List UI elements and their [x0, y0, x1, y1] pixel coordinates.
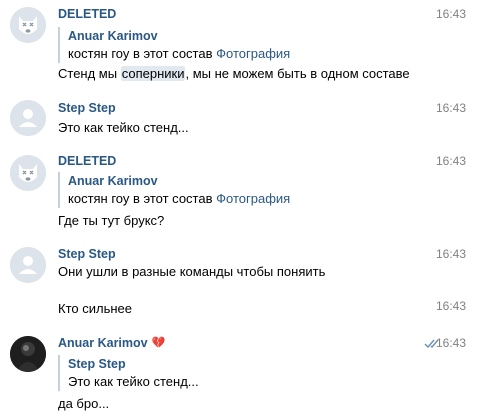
broken-heart-icon: 💔 [151, 337, 166, 349]
message-author[interactable]: Step Step [58, 101, 116, 115]
anuar-karimov-avatar[interactable] [10, 336, 46, 372]
message-time[interactable]: 16:43 [436, 101, 466, 115]
message-text: Стенд мы соперники, мы не можем быть в о… [58, 66, 410, 81]
quoted-message[interactable]: Step Step Это как тейко стенд... [58, 355, 199, 391]
message-6: Anuar Karimov 💔 16:43 Step Step Это как т… [0, 330, 493, 417]
quote-author: Anuar Karimov [68, 29, 158, 43]
message-text: Это как тейко стенд... [58, 120, 189, 135]
message-time[interactable]: 16:43 [436, 7, 466, 21]
profile-photo-icon [10, 336, 46, 372]
quote-text: костян гоу в этот состав Фотография [68, 46, 291, 61]
message-4: Step Step 16:43 Они ушли в разные команд… [0, 242, 493, 297]
message-text: Они ушли в разные команды чтобы поняить [58, 264, 326, 279]
user-silhouette-icon [10, 100, 46, 136]
message-time[interactable]: 16:43 [436, 336, 466, 350]
message-author[interactable]: Step Step [58, 247, 116, 261]
quote-text: Это как тейко стенд... [68, 374, 199, 389]
message-time[interactable]: 16:43 [436, 299, 466, 313]
message-text: Кто сильнее [58, 301, 132, 316]
message-time[interactable]: 16:43 [436, 247, 466, 261]
message-5: 16:43 Кто сильнее [0, 297, 493, 330]
message-author[interactable]: DELETED [58, 154, 116, 168]
step-step-avatar[interactable] [10, 247, 46, 283]
message-text: да бро... [58, 396, 110, 411]
message-author[interactable]: DELETED [58, 7, 116, 21]
message-2: Step Step 16:43 Это как тейко стенд... [0, 95, 493, 150]
highlighted-word: соперники [120, 66, 186, 81]
dog-face-icon [10, 155, 46, 191]
photo-link[interactable]: Фотография [216, 191, 290, 206]
dog-face-icon [10, 7, 46, 43]
quote-author: Step Step [68, 357, 126, 371]
message-1: DELETED 16:43 Anuar Karimov костян гоу в… [0, 0, 493, 95]
message-time[interactable]: 16:43 [436, 154, 466, 168]
message-3: DELETED 16:43 Anuar Karimov костян гоу в… [0, 150, 493, 242]
deleted-user-avatar[interactable] [10, 155, 46, 191]
quoted-message[interactable]: Anuar Karimov костян гоу в этот состав Ф… [58, 27, 290, 63]
deleted-user-avatar[interactable] [10, 7, 46, 43]
message-text: Где ты тут брукс? [58, 213, 165, 228]
step-step-avatar[interactable] [10, 100, 46, 136]
message-author[interactable]: Anuar Karimov 💔 [58, 336, 165, 350]
quote-text: костян гоу в этот состав Фотография [68, 191, 291, 206]
quote-author: Anuar Karimov [68, 174, 158, 188]
quoted-message[interactable]: Anuar Karimov костян гоу в этот состав Ф… [58, 172, 290, 208]
photo-link[interactable]: Фотография [216, 46, 290, 61]
user-silhouette-icon [10, 247, 46, 283]
